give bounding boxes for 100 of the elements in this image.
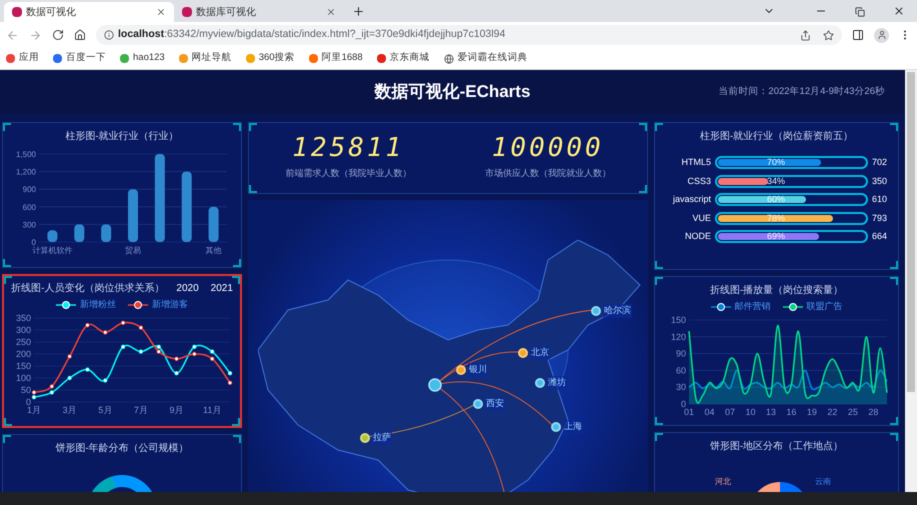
progress-percent: 60% <box>767 194 786 206</box>
skill-value: 664 <box>872 230 888 243</box>
data-point <box>138 324 144 330</box>
scrollbar[interactable] <box>905 70 917 492</box>
axis-label: 1月 <box>27 404 41 414</box>
corner-mark <box>890 123 898 131</box>
year-tab[interactable]: 2020 <box>176 281 199 296</box>
close-icon[interactable] <box>326 7 336 17</box>
close-icon[interactable] <box>156 7 166 17</box>
skill-name: NODE <box>684 230 711 243</box>
city-label: 银川 <box>468 363 488 376</box>
legend-marker-icon <box>56 300 76 309</box>
axis-label: 150 <box>16 360 31 370</box>
legend-marker-icon <box>128 300 148 309</box>
counter-number: 100000 <box>492 135 604 162</box>
bookmark-link[interactable]: 阿里1688 <box>308 51 363 66</box>
axis-label: 30 <box>676 382 686 392</box>
data-point <box>210 356 214 360</box>
new-tab-icon[interactable] <box>352 5 365 18</box>
data-point <box>174 356 179 360</box>
url-path: :63342/myview/bigdata/static/index.html?_ijt=370e9dki4fjdejjhup7c103l94 <box>164 27 506 42</box>
bookmark-link[interactable]: 应用 <box>6 51 39 66</box>
bookmark-icon <box>6 54 15 63</box>
side-panel-icon[interactable] <box>852 29 864 41</box>
skill-value: 350 <box>872 174 888 188</box>
year-tab[interactable]: 2021 <box>210 281 233 296</box>
data-point <box>67 375 72 380</box>
address-bar[interactable]: localhost:63342/myview/bigdata/static/index.html?_ijt=370e9dki4fjdejjhup7c103l94 <box>96 25 842 45</box>
corner-mark <box>3 435 11 443</box>
progress-percent: 69% <box>767 231 786 242</box>
site-icon <box>182 7 192 17</box>
axis-label: 600 <box>22 202 36 212</box>
bookmark-link[interactable]: 百度一下 <box>53 51 106 66</box>
axis-label: 04 <box>704 406 714 416</box>
skill-value: 610 <box>872 193 888 206</box>
bookmark-link[interactable]: 360搜索 <box>246 51 295 66</box>
bar <box>208 206 219 242</box>
panel-title: 饼形图-年龄分布（公司规模） <box>55 442 189 456</box>
data-point <box>85 322 90 327</box>
bookmark-link[interactable]: 爱词霸在线词典 <box>444 51 528 66</box>
axis-label: 7月 <box>134 404 148 414</box>
data-point <box>174 370 179 375</box>
data-point <box>210 348 214 354</box>
axis-label: 0 <box>680 398 686 408</box>
bookmark-link[interactable]: 网址导航 <box>178 51 232 66</box>
data-point <box>138 348 144 354</box>
reload-icon[interactable] <box>52 29 64 41</box>
home-icon[interactable] <box>74 29 86 41</box>
bookmark-icon <box>120 54 129 63</box>
bookmark-icon <box>376 54 386 63</box>
panel-title: 柱形图-就业行业（行业） <box>65 130 179 144</box>
progress-percent: 34% <box>767 176 786 187</box>
axis-label: 300 <box>16 324 31 334</box>
city-label: 潍坊 <box>547 376 567 390</box>
axis-label: 其他 <box>206 246 222 255</box>
data-point <box>120 320 126 324</box>
data-point <box>103 378 108 382</box>
bookmark-icon <box>308 54 318 63</box>
axis-label: 9月 <box>170 404 184 414</box>
data-point <box>85 366 90 372</box>
browser-tab[interactable]: 数据可视化 <box>4 2 174 22</box>
legend-label[interactable]: 新增粉丝 <box>80 298 116 312</box>
skill-name: javascript <box>672 193 711 206</box>
share-icon[interactable] <box>800 30 811 40</box>
axis-label: 25 <box>848 406 858 416</box>
axis-label: 19 <box>806 406 817 416</box>
axis-label: 150 <box>670 314 686 324</box>
axis-label: 01 <box>684 406 694 416</box>
bookmark-icon <box>178 54 188 63</box>
axis-label: 07 <box>724 406 735 416</box>
star-icon[interactable] <box>823 30 834 40</box>
bookmark-link[interactable]: hao123 <box>120 51 165 66</box>
corner-mark <box>233 435 241 443</box>
info-icon[interactable] <box>104 30 114 40</box>
axis-label: 250 <box>16 336 31 346</box>
corner-mark <box>3 259 11 267</box>
close-icon[interactable] <box>893 5 905 17</box>
bookmark-link[interactable]: 京东商城 <box>376 51 430 66</box>
counter-number: 125811 <box>292 135 404 162</box>
tab-title: 数据库可视化 <box>196 6 257 20</box>
counter-label: 前端需求人数（我院毕业人数） <box>285 167 412 180</box>
bar <box>74 224 84 242</box>
axis-label: 1,500 <box>16 150 36 159</box>
corner-mark <box>232 276 240 284</box>
axis-label: 0 <box>26 396 31 406</box>
axis-label: 1,200 <box>16 168 36 177</box>
dashboard-title: 数据可视化-ECharts <box>374 81 530 104</box>
skill-name: VUE <box>691 212 711 224</box>
legend-label[interactable]: 邮件营销 <box>734 300 770 314</box>
skill-name: HTML5 <box>680 156 711 169</box>
corner-mark <box>233 259 241 267</box>
profile-avatar[interactable] <box>874 28 889 42</box>
axis-label: 22 <box>827 406 838 416</box>
legend-label[interactable]: 新增游客 <box>152 298 188 312</box>
city-label: 北京 <box>530 346 550 360</box>
restore-icon[interactable] <box>855 7 865 17</box>
url-host: localhost <box>118 27 164 42</box>
axis-label: 贸易 <box>125 246 141 255</box>
corner-mark <box>232 418 240 426</box>
legend-label[interactable]: 联盟广告 <box>806 300 842 314</box>
